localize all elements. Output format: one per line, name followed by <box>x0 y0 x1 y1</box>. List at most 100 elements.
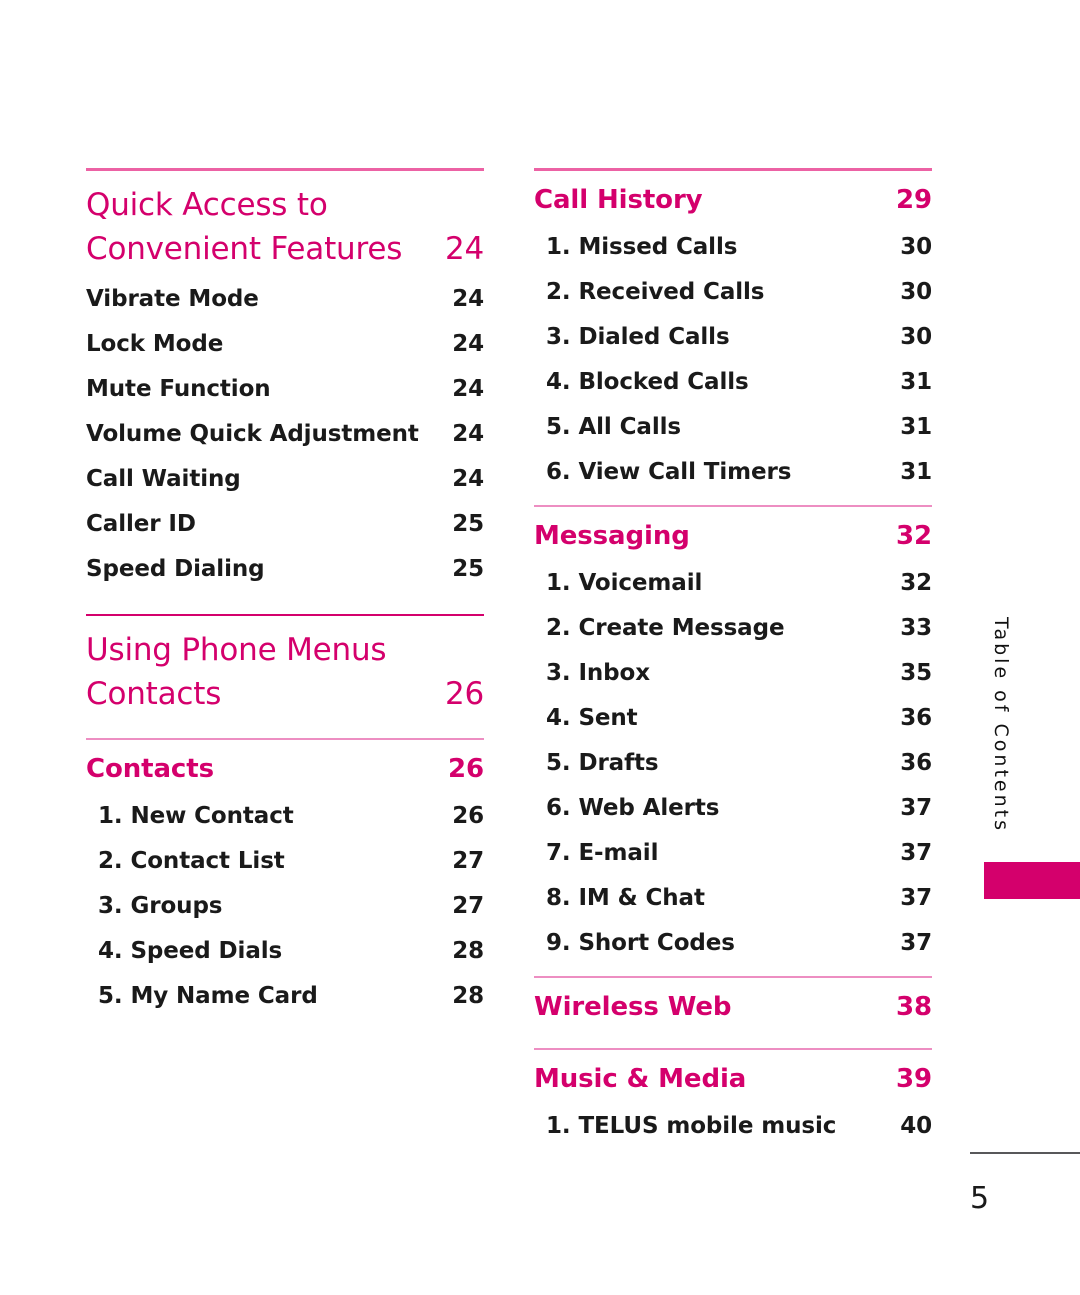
toc-entry-page: 28 <box>452 983 484 1009</box>
page-number: 5 <box>970 1181 990 1216</box>
side-tab-label: Table of Contents <box>990 617 1012 833</box>
section-page-number: 38 <box>896 992 932 1022</box>
toc-entry[interactable]: Speed Dialing 25 <box>86 547 484 592</box>
section-page-number: 32 <box>896 521 932 551</box>
toc-entry[interactable]: 2. Received Calls 30 <box>534 270 932 315</box>
entry-list-quick-access: Vibrate Mode 24 Lock Mode 24 Mute Functi… <box>86 271 484 592</box>
toc-entry[interactable]: 6. View Call Timers 31 <box>534 450 932 495</box>
section-title: Call History <box>534 185 703 215</box>
toc-entry-page: 25 <box>452 511 484 537</box>
toc-entry-page: 26 <box>452 803 484 829</box>
toc-entry-page: 30 <box>900 279 932 305</box>
toc-entry-label: 1. TELUS mobile music <box>546 1113 837 1139</box>
footer-divider <box>970 1152 1080 1154</box>
toc-entry[interactable]: Vibrate Mode 24 <box>86 277 484 322</box>
toc-entry-page: 37 <box>900 840 932 866</box>
toc-entry[interactable]: Caller ID 25 <box>86 502 484 547</box>
toc-entry-page: 33 <box>900 615 932 641</box>
toc-entry-page: 37 <box>900 795 932 821</box>
toc-entry-label: Vibrate Mode <box>86 286 259 312</box>
section-heading-call-history[interactable]: Call History 29 <box>534 171 932 219</box>
toc-entry[interactable]: 4. Blocked Calls 31 <box>534 360 932 405</box>
section-heading-contacts[interactable]: Contacts 26 <box>86 740 484 788</box>
toc-entry[interactable]: 1. Missed Calls 30 <box>534 225 932 270</box>
toc-entry-label: Call Waiting <box>86 466 241 492</box>
toc-entry-label: 3. Groups <box>98 893 223 919</box>
section-title-line2: Convenient Features <box>86 231 403 267</box>
toc-entry-label: 4. Sent <box>546 705 638 731</box>
section-heading-music-media[interactable]: Music & Media 39 <box>534 1050 932 1098</box>
toc-entry-label: Volume Quick Adjustment <box>86 421 419 447</box>
toc-entry-page: 36 <box>900 705 932 731</box>
section-heading-messaging[interactable]: Messaging 32 <box>534 507 932 555</box>
section-title-line1: Using Phone Menus <box>86 632 387 668</box>
toc-entry[interactable]: 2. Contact List 27 <box>86 839 484 884</box>
toc-entry-label: 5. All Calls <box>546 414 681 440</box>
toc-entry[interactable]: 5. My Name Card 28 <box>86 974 484 1019</box>
toc-entry-label: 3. Inbox <box>546 660 650 686</box>
toc-entry-label: 8. IM & Chat <box>546 885 705 911</box>
toc-entry[interactable]: 3. Inbox 35 <box>534 651 932 696</box>
toc-page: Quick Access to Convenient Features 24 V… <box>0 0 1080 1295</box>
entry-list-contacts: 1. New Contact 26 2. Contact List 27 3. … <box>86 788 484 1019</box>
section-title: Contacts <box>86 754 214 784</box>
toc-entry-label: 4. Blocked Calls <box>546 369 749 395</box>
toc-entry[interactable]: 8. IM & Chat 37 <box>534 876 932 921</box>
toc-entry[interactable]: 6. Web Alerts 37 <box>534 786 932 831</box>
toc-entry[interactable]: 3. Dialed Calls 30 <box>534 315 932 360</box>
toc-entry-page: 27 <box>452 848 484 874</box>
toc-entry-label: 6. View Call Timers <box>546 459 792 485</box>
toc-entry-label: 5. My Name Card <box>98 983 318 1009</box>
toc-entry-label: 4. Speed Dials <box>98 938 283 964</box>
toc-entry-label: Lock Mode <box>86 331 224 357</box>
section-title-line2: Contacts <box>86 676 222 712</box>
toc-entry[interactable]: 5. All Calls 31 <box>534 405 932 450</box>
toc-entry-page: 31 <box>900 459 932 485</box>
section-page-number: 39 <box>896 1064 932 1094</box>
toc-entry-page: 24 <box>452 331 484 357</box>
toc-entry[interactable]: 2. Create Message 33 <box>534 606 932 651</box>
section-heading-wireless-web[interactable]: Wireless Web 38 <box>534 978 932 1026</box>
toc-entry[interactable]: 5. Drafts 36 <box>534 741 932 786</box>
toc-entry-label: 3. Dialed Calls <box>546 324 730 350</box>
toc-entry-label: 1. Missed Calls <box>546 234 738 260</box>
section-heading-quick-access[interactable]: Quick Access to Convenient Features 24 <box>86 171 484 271</box>
toc-entry-page: 24 <box>452 466 484 492</box>
toc-entry-label: 1. Voicemail <box>546 570 703 596</box>
section-heading-using-phone-menus[interactable]: Using Phone Menus Contacts 26 <box>86 616 484 716</box>
toc-entry-label: 2. Contact List <box>98 848 285 874</box>
section-page-number: 29 <box>896 185 932 215</box>
side-tab-marker <box>984 862 1080 899</box>
toc-entry-label: 2. Create Message <box>546 615 785 641</box>
toc-entry-page: 30 <box>900 324 932 350</box>
toc-entry-page: 40 <box>900 1113 932 1139</box>
toc-entry[interactable]: Volume Quick Adjustment 24 <box>86 412 484 457</box>
toc-entry-page: 24 <box>452 376 484 402</box>
entry-list-music-media: 1. TELUS mobile music 40 <box>534 1098 932 1149</box>
toc-entry-label: Caller ID <box>86 511 196 537</box>
toc-entry[interactable]: 1. Voicemail 32 <box>534 561 932 606</box>
entry-list-messaging: 1. Voicemail 32 2. Create Message 33 3. … <box>534 555 932 966</box>
toc-entry[interactable]: Call Waiting 24 <box>86 457 484 502</box>
section-page-number: 26 <box>444 676 484 712</box>
toc-entry[interactable]: 3. Groups 27 <box>86 884 484 929</box>
toc-entry-page: 28 <box>452 938 484 964</box>
toc-entry[interactable]: Lock Mode 24 <box>86 322 484 367</box>
toc-entry-page: 31 <box>900 369 932 395</box>
section-page-number: 24 <box>444 231 484 267</box>
toc-entry[interactable]: 1. TELUS mobile music 40 <box>534 1104 932 1149</box>
toc-entry[interactable]: 1. New Contact 26 <box>86 794 484 839</box>
toc-entry[interactable]: 4. Speed Dials 28 <box>86 929 484 974</box>
toc-entry[interactable]: 7. E-mail 37 <box>534 831 932 876</box>
toc-entry-page: 24 <box>452 286 484 312</box>
toc-entry[interactable]: 4. Sent 36 <box>534 696 932 741</box>
toc-entry-page: 27 <box>452 893 484 919</box>
entry-list-call-history: 1. Missed Calls 30 2. Received Calls 30 … <box>534 219 932 495</box>
toc-entry-page: 24 <box>452 421 484 447</box>
toc-entry[interactable]: 9. Short Codes 37 <box>534 921 932 966</box>
toc-entry[interactable]: Mute Function 24 <box>86 367 484 412</box>
